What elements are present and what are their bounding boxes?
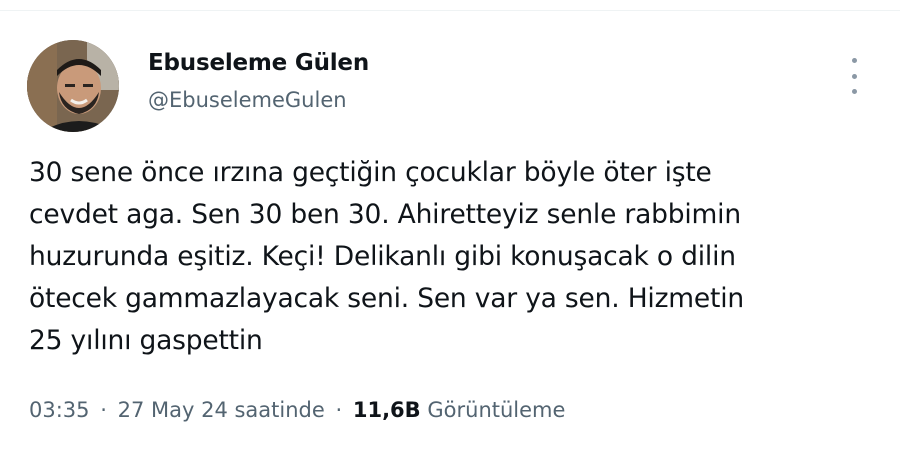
tweet-meta: 03:35 · 27 May 24 saatinde · 11,6B Görün… bbox=[29, 398, 565, 422]
tweet-time[interactable]: 03:35 bbox=[29, 398, 90, 422]
meta-separator: · bbox=[335, 398, 343, 422]
tweet-card: Ebuseleme Gülen @EbuselemeGulen 30 sene … bbox=[0, 0, 900, 453]
views-count[interactable]: 11,6B bbox=[353, 398, 421, 422]
tweet-text: 30 sene önce ırzına geçtiğin çocuklar bö… bbox=[29, 157, 744, 356]
divider bbox=[0, 10, 900, 11]
author-handle[interactable]: @EbuselemeGulen bbox=[148, 88, 347, 112]
more-vertical-icon bbox=[851, 58, 857, 63]
more-vertical-icon bbox=[851, 89, 857, 94]
avatar-image bbox=[27, 40, 119, 132]
author-name[interactable]: Ebuseleme Gülen bbox=[148, 50, 369, 76]
views-label: Görüntüleme bbox=[427, 398, 566, 422]
more-options-button[interactable] bbox=[840, 58, 868, 94]
tweet-date[interactable]: 27 May 24 saatinde bbox=[118, 398, 325, 422]
meta-separator: · bbox=[100, 398, 107, 422]
avatar[interactable] bbox=[27, 40, 119, 132]
more-vertical-icon bbox=[851, 73, 857, 79]
